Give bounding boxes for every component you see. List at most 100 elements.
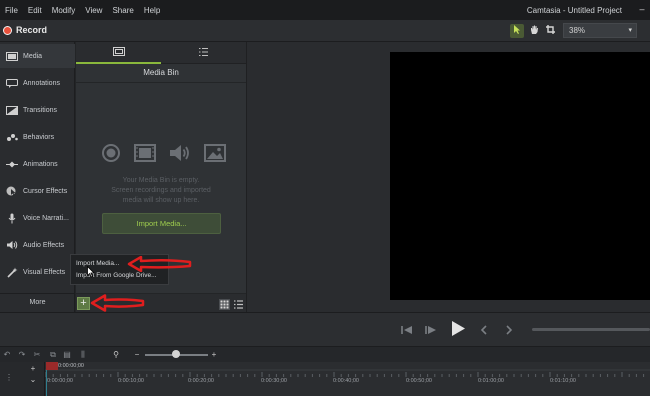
crop-icon[interactable] [543,24,557,38]
library-icon [198,44,209,62]
list-view-icon[interactable] [233,297,244,309]
cut-icon[interactable]: ✂ [32,349,42,360]
sidebar-item-transitions[interactable]: Transitions [0,98,75,122]
speaker-icon [169,144,191,167]
sidebar-item-label: Visual Effects [23,268,66,276]
paste-icon[interactable]: ▤ [62,349,72,360]
undo-icon[interactable]: ↶ [2,349,12,360]
image-icon [204,143,226,167]
menu-file[interactable]: File [0,6,23,15]
record-icon [3,25,12,35]
menu-edit[interactable]: Edit [23,6,47,15]
sidebar-item-label: Annotations [23,79,60,87]
track-handle-icon[interactable]: ⋮ [4,372,14,383]
tick-label: 0:00:40;00 [333,378,359,384]
playback-scrubber[interactable] [532,328,650,331]
sidebar-item-label: Transitions [23,106,57,114]
step-back-icon[interactable] [401,323,413,336]
sidebar-item-cursor-effects[interactable]: Cursor Effects [0,179,75,203]
menu-view[interactable]: View [80,6,107,15]
tab-media-bin[interactable] [76,42,161,64]
copy-icon[interactable]: ⧉ [48,349,58,360]
timeline-toolbar: ↶ ↷ ✂ ⧉ ▤ ⫼ ⚲ − + [0,346,650,362]
next-marker-icon[interactable] [505,323,513,336]
prev-marker-icon[interactable] [480,323,488,336]
zoom-out-icon[interactable]: − [132,349,142,360]
empty-bin-message: Your Media Bin is empty. Screen recordin… [96,176,226,206]
sidebar-item-label: Voice Narrati... [23,214,69,222]
redo-icon[interactable]: ↷ [17,349,27,360]
sidebar-item-label: Behaviors [23,133,55,141]
empty-bin-line-3: media will show up here. [122,197,200,204]
tick-label: 0:00:10;00 [118,378,144,384]
bin-divider [76,82,246,83]
tab-library[interactable] [161,42,246,64]
sidebar-item-animations[interactable]: Animations [0,152,75,176]
sidebar-item-media[interactable]: Media [0,44,75,68]
behaviors-icon [5,132,19,142]
chevron-down-icon[interactable]: ⌄ [28,374,38,385]
track-header: + ⌄ ⋮ [0,362,45,396]
tools-sidebar: Media Annotations Transitions Behaviors … [0,42,75,312]
record-icon [101,143,121,168]
add-track-icon[interactable]: + [28,363,38,374]
cursor-effects-icon [5,186,19,196]
media-icon [5,51,19,61]
mouse-cursor-icon [87,265,95,283]
sidebar-item-annotations[interactable]: Annotations [0,71,75,95]
sidebar-item-label: Media [23,52,43,60]
zoom-icon[interactable]: ⚲ [111,349,121,360]
pointer-icon[interactable] [510,24,524,38]
timeline-zoom-knob[interactable] [172,350,180,358]
annotations-icon [5,78,19,88]
sidebar-item-visual-effects[interactable]: Visual Effects [0,260,75,284]
zoom-value: 38% [569,26,586,35]
sidebar-item-label: Audio Effects [23,241,65,249]
zoom-in-icon[interactable]: + [209,349,219,360]
playhead-time: 0:00:00;00 [58,363,84,369]
transitions-icon [5,105,19,115]
microphone-icon [5,213,19,223]
timeline-ruler[interactable]: 0:00:00;00 0:00:10;00 0:00:20;00 0:00:30… [45,362,650,396]
tick-label: 0:01:10;00 [550,378,576,384]
zoom-dropdown[interactable]: 38% ▾ [563,23,637,38]
split-icon[interactable]: ⫼ [78,349,88,360]
sidebar-item-label: Animations [23,160,58,168]
add-media-button[interactable]: + [77,297,90,310]
minimize-icon[interactable]: – [636,3,648,15]
grid-view-icon[interactable] [219,297,230,310]
timeline: + ⌄ ⋮ 0:00:00;00 0:00:10;00 0:00:20;00 0… [0,362,650,396]
tick-label: 0:00:20;00 [188,378,214,384]
sidebar-item-behaviors[interactable]: Behaviors [0,125,75,149]
animations-icon [5,159,19,169]
menu-share[interactable]: Share [107,6,138,15]
media-icon [112,43,125,61]
record-label: Record [16,25,48,35]
tick-label: 0:00:00;00 [47,378,73,384]
sidebar-item-label: Cursor Effects [23,187,68,195]
playhead[interactable] [46,362,58,370]
menu-item-import-media[interactable]: Import Media... [76,258,119,270]
media-bin-title: Media Bin [143,68,179,77]
rewind-icon[interactable] [425,323,437,336]
annotation-arrow-icon [127,255,193,277]
playback-controls [0,312,650,346]
hand-icon[interactable] [527,24,541,38]
sidebar-item-audio-effects[interactable]: Audio Effects [0,233,75,257]
sidebar-item-voice-narration[interactable]: Voice Narrati... [0,206,75,230]
speaker-icon [5,240,19,250]
tick-label: 0:00:30;00 [261,378,287,384]
preview-canvas[interactable] [390,52,650,300]
import-media-button[interactable]: Import Media... [102,213,221,234]
tick-label: 0:01:00;00 [478,378,504,384]
menu-modify[interactable]: Modify [47,6,81,15]
more-button[interactable]: More [0,293,75,311]
play-icon[interactable] [450,320,466,337]
tick-label: 0:00:50;00 [406,378,432,384]
film-icon [134,143,156,167]
chevron-down-icon: ▾ [628,27,632,34]
main-toolbar: Record 38% ▾ [0,20,650,42]
empty-bin-line-2: Screen recordings and imported [111,187,211,194]
menu-help[interactable]: Help [139,6,165,15]
record-button[interactable]: Record [3,25,47,35]
